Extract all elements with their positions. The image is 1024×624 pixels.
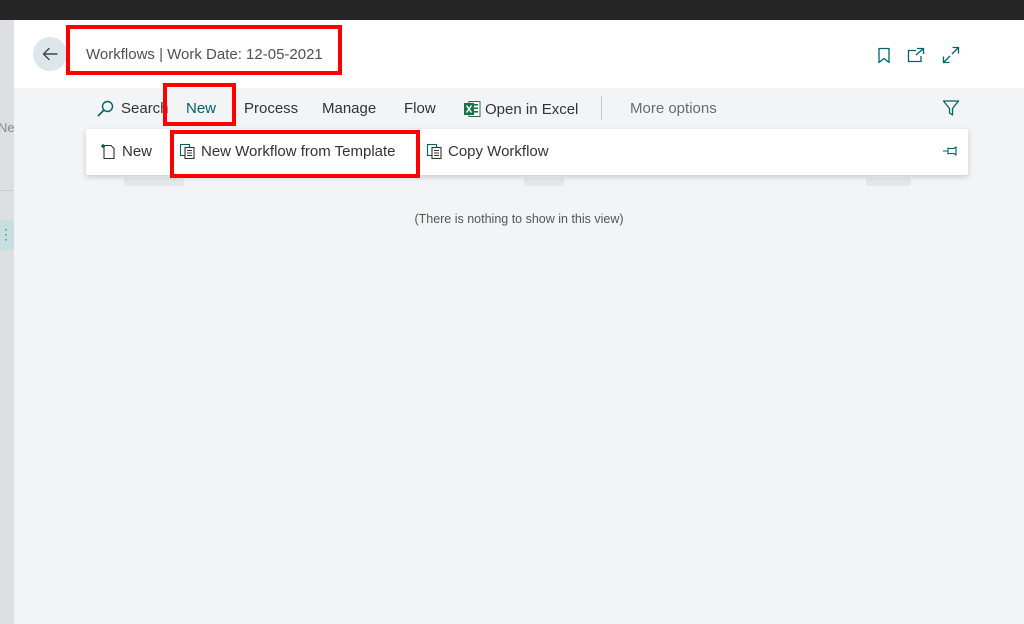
search-action[interactable]: Search: [97, 100, 169, 117]
search-action-label: Search: [121, 100, 169, 117]
background-panel-label: Ne: [0, 120, 14, 135]
tab-flow-label: Flow: [404, 100, 436, 117]
new-workflow-from-template-item[interactable]: New Workflow from Template: [179, 143, 396, 160]
tab-manage[interactable]: Manage: [322, 100, 376, 117]
tab-flow[interactable]: Flow: [404, 100, 436, 117]
copy-icon: [426, 143, 442, 160]
back-arrow-icon: [42, 47, 58, 61]
background-panel: Ne · · ·: [0, 20, 14, 624]
bookmark-icon: [878, 47, 890, 63]
action-bar-divider: [601, 96, 602, 120]
action-bar: Search New Process Manage Flow Open in E…: [14, 88, 1024, 128]
tab-manage-label: Manage: [322, 100, 377, 117]
active-tab-indicator: [186, 122, 217, 124]
tab-process-label: Process: [244, 100, 299, 117]
tab-new[interactable]: New: [186, 100, 217, 124]
copy-document-icon: [179, 143, 195, 160]
list-header-placeholder: [124, 178, 184, 186]
open-new-window-button[interactable]: [907, 46, 925, 64]
copy-workflow-label: Copy Workflow: [448, 143, 549, 160]
back-button[interactable]: [33, 37, 67, 71]
open-in-excel-button[interactable]: Open in Excel: [463, 100, 578, 118]
list-header-placeholder: [866, 178, 911, 186]
more-vertical-icon: · · ·: [4, 222, 8, 246]
new-menu-item-new-label: New: [122, 143, 153, 160]
more-options-label: More options: [630, 100, 717, 117]
copy-workflow-item[interactable]: Copy Workflow: [426, 143, 549, 160]
list-header-placeholder: [524, 178, 564, 186]
tab-process[interactable]: Process: [244, 100, 298, 117]
pin-menu-button[interactable]: [942, 145, 960, 157]
filter-button[interactable]: [942, 99, 960, 117]
more-options-button[interactable]: More options: [630, 100, 717, 117]
new-menu-item-new[interactable]: New: [100, 143, 152, 160]
new-document-icon: [101, 144, 115, 160]
new-workflow-from-template-label: New Workflow from Template: [201, 143, 396, 160]
pin-icon: [943, 146, 957, 156]
search-icon: [97, 100, 114, 117]
filter-icon: [942, 100, 960, 116]
workflows-page: Workflows | Work Date: 12-05-2021 Search: [14, 20, 1024, 624]
open-in-excel-label: Open in Excel: [485, 100, 579, 118]
new-menu-dropdown: New New Workflow from Template Copy Work…: [86, 129, 968, 175]
expand-button[interactable]: [942, 46, 960, 64]
background-divider: [0, 190, 14, 191]
page-header: Workflows | Work Date: 12-05-2021: [14, 20, 1024, 88]
expand-icon: [942, 46, 960, 64]
excel-icon: [464, 101, 481, 117]
tab-new-label: New: [186, 100, 217, 117]
page-title: Workflows | Work Date: 12-05-2021: [86, 46, 323, 63]
bookmark-button[interactable]: [875, 46, 893, 64]
window-top-bar: [0, 0, 1024, 20]
empty-list-message: (There is nothing to show in this view): [414, 212, 624, 226]
open-new-window-icon: [907, 47, 925, 63]
